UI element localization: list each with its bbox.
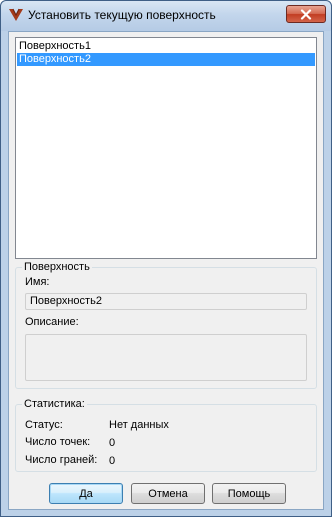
help-button[interactable]: Помощь (212, 483, 286, 504)
close-icon (300, 8, 312, 20)
app-logo-icon (9, 8, 23, 21)
list-item-selected[interactable]: Поверхность2 (17, 53, 315, 66)
cancel-button[interactable]: Отмена (131, 483, 205, 504)
surface-list[interactable]: Поверхность1 Поверхность2 (15, 37, 317, 259)
name-label: Имя: (25, 276, 50, 288)
faces-count-label: Число граней: (25, 454, 98, 466)
description-field[interactable] (25, 334, 307, 381)
surface-group-title: Поверхность (22, 261, 92, 274)
ok-button[interactable]: Да (49, 483, 123, 504)
dialog-body: Поверхность1 Поверхность2 Поверхность Им… (8, 31, 324, 510)
statistics-group-title: Статистика: (22, 398, 87, 411)
points-count-value: 0 (109, 437, 116, 449)
points-count-label: Число точек: (25, 436, 91, 448)
close-button[interactable] (286, 5, 326, 23)
status-label: Статус: (25, 419, 63, 431)
faces-count-value: 0 (109, 455, 116, 467)
window-title: Установить текущую поверхность (28, 8, 216, 22)
statistics-groupbox: Статистика: Статус: Нет данных Число точ… (15, 398, 317, 472)
description-label: Описание: (25, 316, 79, 328)
name-field[interactable]: Поверхность2 (25, 293, 307, 310)
surface-groupbox: Поверхность Имя: Поверхность2 Описание: (15, 261, 317, 389)
dialog-window: Установить текущую поверхность Поверхнос… (0, 0, 332, 517)
status-value: Нет данных (109, 419, 169, 431)
title-bar[interactable]: Установить текущую поверхность (1, 1, 331, 31)
list-item[interactable]: Поверхность1 (17, 40, 315, 53)
